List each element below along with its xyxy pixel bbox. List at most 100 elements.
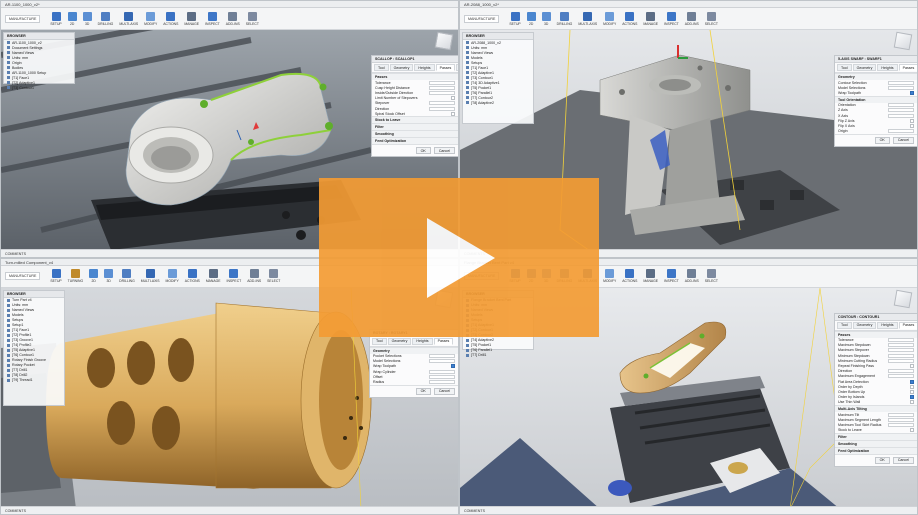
browser-tree-item[interactable]: [T3] Contour1 [4,85,74,90]
toolbar-select-button[interactable]: SELECT [705,11,718,26]
cancel-button[interactable]: Cancel [433,147,455,155]
toolbar-manage-button[interactable]: MANAGE [643,11,658,26]
ok-button[interactable]: OK [415,387,431,395]
toolbar-inspect-button[interactable]: INSPECT [664,11,679,26]
cancel-button[interactable]: Cancel [892,456,914,464]
toolbar-setup-button[interactable]: SETUP [509,11,521,26]
dialog-section-header[interactable]: Smoothing [835,439,917,447]
parameter-checkbox[interactable] [910,389,914,394]
toolbar-multi-axis-button[interactable]: MULTI-AXIS [578,11,597,26]
cancel-button[interactable]: Cancel [892,136,914,144]
toolbar-drilling-button[interactable]: DRILLING [557,11,572,26]
toolbar-multi-axis-button[interactable]: MULTI-AXIS [119,11,138,26]
tab-passes[interactable]: Passes [898,321,917,329]
toolbar-manage-button[interactable]: MANAGE [206,269,221,283]
parameter-value-field[interactable] [888,113,914,118]
toolbar-2d-button[interactable]: 2D [526,11,536,26]
parameter-value-field[interactable] [888,358,914,363]
toolbar-3d-button[interactable]: 3D [541,11,551,26]
tab-passes[interactable]: Passes [433,337,454,345]
toolbar-multi-axis-button[interactable]: MULTI-AXIS [141,269,160,283]
parameter-value-field[interactable] [888,353,914,358]
parameter-value-field[interactable] [429,85,455,90]
ok-button[interactable]: OK [874,456,890,464]
toolbar-actions-button[interactable]: ACTIONS [622,11,637,26]
toolbar-actions-button[interactable]: ACTIONS [163,11,178,26]
toolbar-setup-button[interactable]: SETUP [50,269,62,283]
viewcube[interactable] [434,31,454,51]
parameter-value-field[interactable] [429,354,455,359]
toolbar-2d-button[interactable]: 2D [67,11,77,26]
tab-heights[interactable]: Heights [877,321,898,329]
parameter-checkbox[interactable] [451,364,455,369]
parameter-value-field[interactable] [888,422,914,427]
parameter-value-field[interactable] [429,106,455,111]
dialog-section-header[interactable]: Passes [835,330,917,338]
tab-tool[interactable]: Tool [837,321,852,329]
tab-geometry[interactable]: Geometry [389,64,414,71]
cancel-button[interactable]: Cancel [433,387,455,395]
parameter-checkbox[interactable] [910,90,914,95]
toolbar-actions-button[interactable]: ACTIONS [622,269,637,283]
parameter-checkbox[interactable] [910,428,914,433]
parameter-checkbox[interactable] [910,400,914,405]
toolbar-3d-button[interactable]: 3D [104,269,114,283]
toolbar-modify-button[interactable]: MODIFY [144,11,157,26]
parameter-checkbox[interactable] [910,379,914,384]
workspace-selector[interactable]: MANUFACTURE [464,14,500,23]
dialog-section-header[interactable]: Feed Optimization [372,137,458,145]
tab-geometry[interactable]: Geometry [852,64,877,71]
toolbar-select-button[interactable]: SELECT [267,269,280,283]
viewcube[interactable] [893,31,913,51]
dialog-section-header[interactable]: Geometry [370,346,458,354]
toolbar-add-ins-button[interactable]: ADD-INS [247,269,261,283]
parameter-checkbox[interactable] [451,111,455,116]
dialog-section-header[interactable]: Geometry [835,73,917,80]
dialog-section-header[interactable]: Filter [835,432,917,440]
parameter-checkbox[interactable] [910,384,914,389]
parameter-checkbox[interactable] [910,118,914,123]
parameter-checkbox[interactable] [910,123,914,128]
tab-geometry[interactable]: Geometry [387,337,412,345]
tab-tool[interactable]: Tool [374,64,389,71]
dialog-section-header[interactable]: Filter [372,123,458,131]
parameter-checkbox[interactable] [910,395,914,400]
workspace-selector[interactable]: MANUFACTURE [5,14,41,23]
parameter-value-field[interactable] [888,412,914,417]
toolbar-actions-button[interactable]: ACTIONS [185,269,200,283]
browser-tree-item[interactable]: [T9] Thread1 [4,378,64,383]
ok-button[interactable]: OK [415,147,431,155]
parameter-value-field[interactable] [888,108,914,113]
toolbar-select-button[interactable]: SELECT [246,11,259,26]
toolbar-turning-button[interactable]: TURNING [68,269,83,283]
parameter-value-field[interactable] [888,374,914,379]
parameter-value-field[interactable] [429,380,455,385]
tab-passes[interactable]: Passes [898,64,917,71]
parameter-value-field[interactable] [888,85,914,90]
toolbar-2d-button[interactable]: 2D [89,269,99,283]
workspace-selector[interactable]: MANUFACTURE [5,272,41,280]
toolbar-add-ins-button[interactable]: ADD-INS [226,11,240,26]
toolbar-inspect-button[interactable]: INSPECT [205,11,220,26]
parameter-value-field[interactable] [429,80,455,85]
toolbar-add-ins-button[interactable]: ADD-INS [685,269,699,283]
parameter-value-field[interactable] [429,369,455,374]
tab-geometry[interactable]: Geometry [852,321,877,329]
ok-button[interactable]: OK [874,136,890,144]
parameter-value-field[interactable] [429,90,455,95]
tab-tool[interactable]: Tool [837,64,852,71]
dialog-section-header[interactable]: Feed Optimization [835,446,917,454]
toolbar-manage-button[interactable]: MANAGE [643,269,658,283]
parameter-value-field[interactable] [888,80,914,85]
parameter-value-field[interactable] [888,369,914,374]
dialog-section-header[interactable]: Passes [372,73,458,80]
toolbar-drilling-button[interactable]: DRILLING [98,11,113,26]
tab-heights[interactable]: Heights [877,64,898,71]
dialog-section-header[interactable]: Tool Orientation [835,95,917,103]
tab-heights[interactable]: Heights [412,337,433,345]
toolbar-manage-button[interactable]: MANAGE [184,11,199,26]
parameter-value-field[interactable] [888,417,914,422]
parameter-checkbox[interactable] [910,364,914,369]
parameter-checkbox[interactable] [451,96,455,101]
toolbar-inspect-button[interactable]: INSPECT [227,269,241,283]
